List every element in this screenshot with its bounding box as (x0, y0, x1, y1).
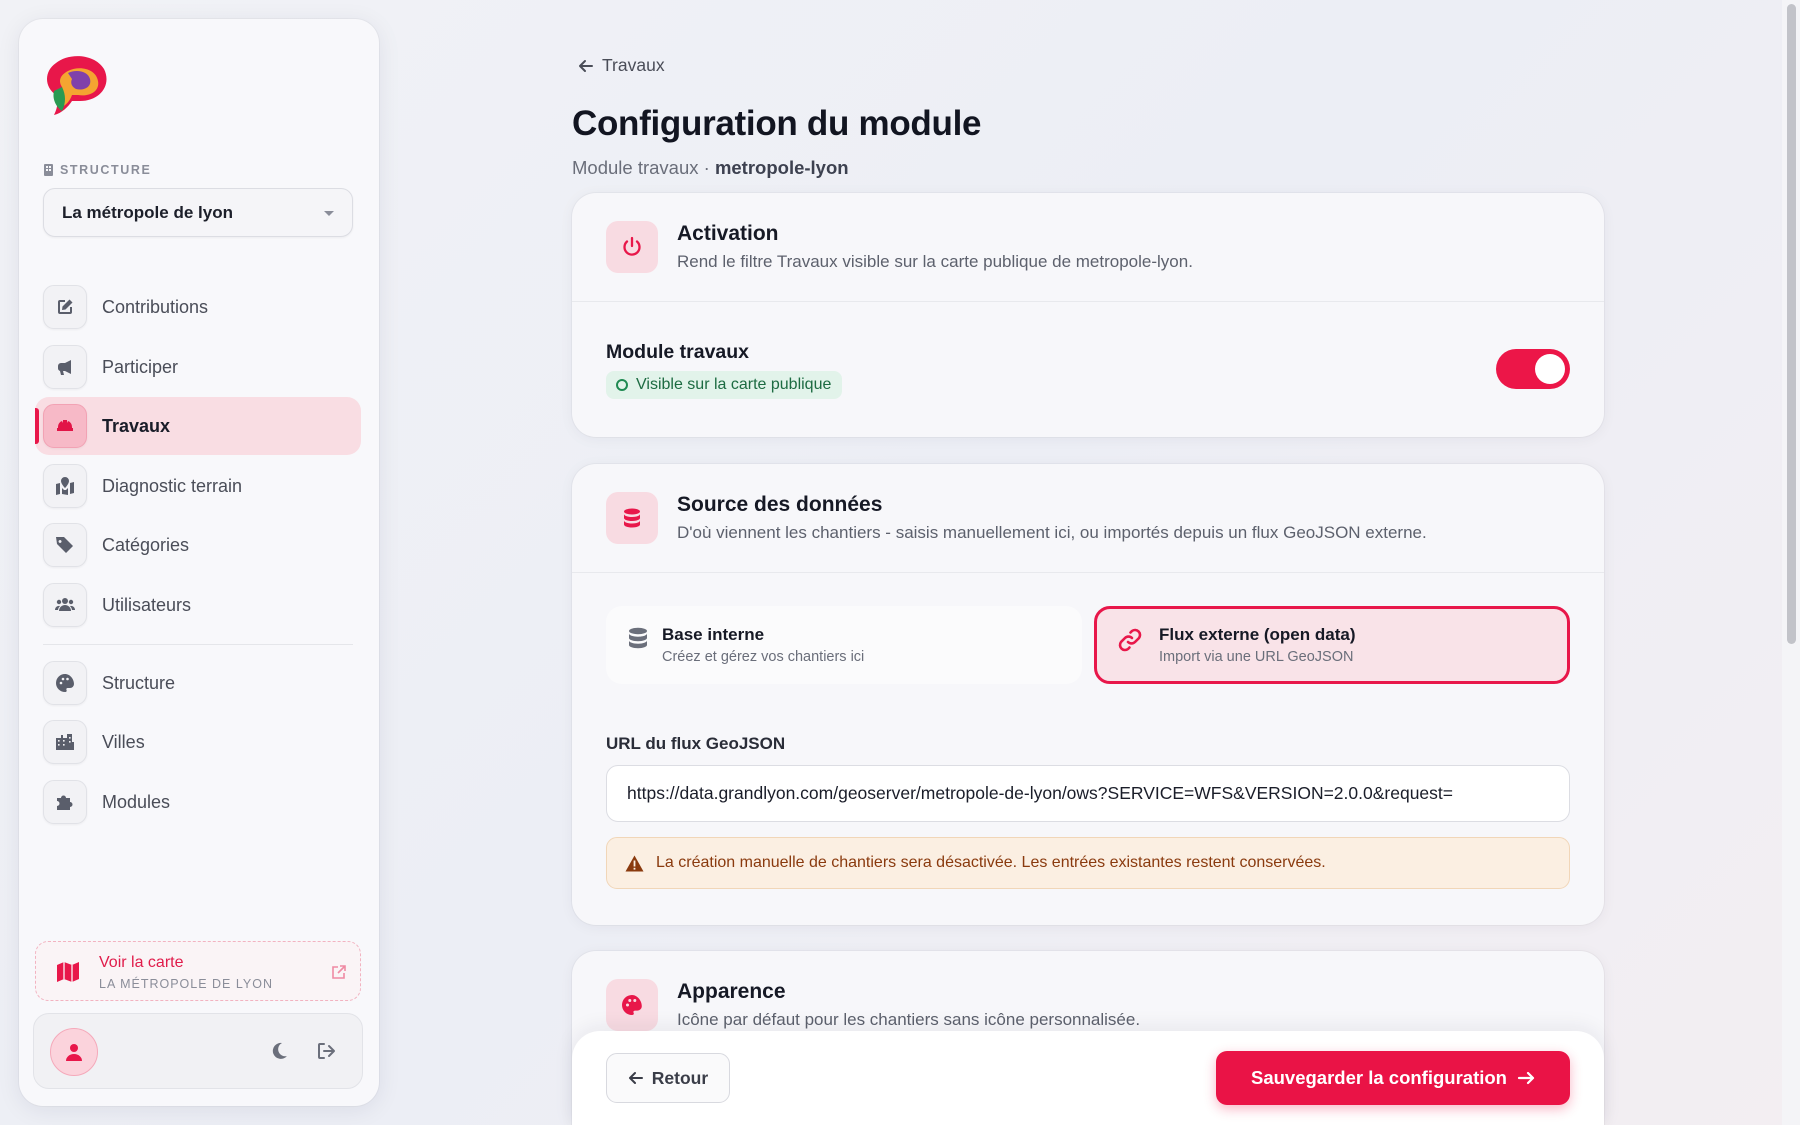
option-subtitle: Import via une URL GeoJSON (1159, 649, 1354, 665)
sidebar-item-villes[interactable]: Villes (35, 713, 361, 771)
city-icon (43, 720, 87, 764)
source-description: D'où viennent les chantiers - saisis man… (677, 523, 1427, 542)
sidebar-item-contributions[interactable]: Contributions (35, 278, 361, 336)
back-button[interactable]: Retour (606, 1053, 730, 1103)
app-logo[interactable] (42, 55, 108, 117)
sidebar-item-label: Villes (102, 731, 145, 752)
activation-icon-box (606, 221, 658, 273)
sidebar-item-structure[interactable]: Structure (35, 654, 361, 712)
building-icon (44, 164, 53, 176)
map-location-icon (43, 464, 87, 508)
edit-icon (43, 285, 87, 329)
sidebar-item-label: Catégories (102, 534, 190, 555)
status-badge-text: Visible sur la carte publique (636, 376, 832, 393)
nav-divider (43, 644, 353, 645)
structure-select[interactable]: La métropole de lyon (43, 188, 353, 237)
sidebar-item-label: Participer (102, 356, 179, 377)
view-map-title: Voir la carte (99, 954, 184, 971)
appearance-title: Apparence (677, 980, 786, 1003)
palette-icon (622, 995, 642, 1015)
subtitle-slug: metropole-lyon (714, 157, 849, 178)
chevron-down-icon (324, 211, 334, 216)
activation-title: Activation (677, 222, 779, 245)
source-card-header: Source des données D'où viennent les cha… (572, 464, 1604, 573)
sidebar-item-participer[interactable]: Participer (35, 338, 361, 396)
url-field-label: URL du flux GeoJSON (606, 734, 786, 753)
sidebar-item-label: Utilisateurs (102, 594, 192, 615)
source-card: Source des données D'où viennent les cha… (572, 464, 1604, 925)
moon-icon[interactable] (270, 1042, 288, 1060)
save-button[interactable]: Sauvegarder la configuration (1216, 1051, 1570, 1105)
arrow-left-icon (628, 1072, 643, 1084)
geojson-url-input[interactable] (606, 765, 1570, 822)
option-title: Flux externe (open data) (1159, 625, 1356, 644)
sidebar-item-categories[interactable]: Catégories (35, 516, 361, 574)
status-badge: Visible sur la carte publique (606, 371, 843, 399)
sidebar-item-label: Diagnostic terrain (102, 475, 243, 496)
structure-label-text: STRUCTURE (60, 163, 152, 177)
megaphone-icon (43, 345, 87, 389)
page-subtitle: Module travaux · metropole-lyon (572, 157, 849, 179)
user-icon (66, 1044, 82, 1061)
palette-icon (43, 661, 87, 705)
power-icon (623, 236, 641, 256)
structure-section-label: STRUCTURE (43, 163, 151, 177)
sidebar-item-utilisateurs[interactable]: Utilisateurs (35, 576, 361, 634)
user-panel (33, 1013, 363, 1089)
source-option-external[interactable]: Flux externe (open data) Import via une … (1094, 606, 1570, 684)
view-map-link[interactable]: Voir la carte LA MÉTROPOLE DE LYON (35, 941, 361, 1001)
source-title: Source des données (677, 493, 883, 516)
option-title: Base interne (662, 625, 765, 644)
link-icon (1118, 628, 1142, 652)
breadcrumb-back-link[interactable]: Travaux (578, 55, 665, 76)
source-icon-box (606, 492, 658, 544)
sidebar-item-diagnostic[interactable]: Diagnostic terrain (35, 457, 361, 515)
structure-select-value: La métropole de lyon (62, 202, 233, 222)
map-icon (57, 962, 79, 982)
arrow-right-icon (1517, 1071, 1535, 1085)
sidebar-item-label: Travaux (102, 415, 171, 436)
sidebar-item-label: Contributions (102, 296, 209, 317)
sidebar-item-label: Modules (102, 791, 171, 812)
sidebar-item-travaux[interactable]: Travaux (35, 397, 361, 455)
back-button-label: Retour (651, 1067, 709, 1088)
warning-icon (625, 855, 644, 871)
activation-card: Activation Rend le filtre Travaux visibl… (572, 193, 1604, 437)
status-dot-icon (616, 379, 628, 391)
breadcrumb-label: Travaux (602, 55, 665, 75)
activation-description: Rend le filtre Travaux visible sur la ca… (677, 252, 1193, 271)
appearance-icon-box (606, 979, 658, 1031)
view-map-subtitle: LA MÉTROPOLE DE LYON (99, 977, 273, 991)
sidebar: STRUCTURE La métropole de lyon Contribut… (19, 19, 379, 1106)
action-footer: Retour Sauvegarder la configuration (572, 1031, 1604, 1125)
appearance-description: Icône par défaut pour les chantiers sans… (677, 1010, 1141, 1029)
page-title: Configuration du module (572, 104, 982, 143)
hard-hat-icon (43, 404, 87, 448)
arrow-left-icon (579, 59, 593, 72)
database-icon (629, 627, 647, 649)
module-label: Module travaux (606, 341, 750, 363)
logout-icon[interactable] (317, 1042, 337, 1060)
module-toggle[interactable] (1496, 349, 1570, 389)
save-button-label: Sauvegarder la configuration (1251, 1067, 1507, 1088)
subtitle-prefix: Module travaux · (572, 157, 715, 178)
source-option-internal[interactable]: Base interne Créez et gérez vos chantier… (606, 606, 1082, 684)
warning-text: La création manuelle de chantiers sera d… (656, 854, 1326, 871)
puzzle-icon (43, 780, 87, 824)
tags-icon (43, 523, 87, 567)
activation-card-header: Activation Rend le filtre Travaux visibl… (572, 193, 1604, 302)
toggle-knob (1535, 354, 1565, 384)
option-subtitle: Créez et gérez vos chantiers ici (662, 649, 865, 665)
sidebar-item-label: Structure (102, 672, 176, 693)
database-icon (624, 508, 640, 528)
sidebar-item-modules[interactable]: Modules (35, 773, 361, 831)
warning-banner: La création manuelle de chantiers sera d… (606, 837, 1570, 889)
scrollbar-thumb[interactable] (1787, 4, 1796, 644)
external-link-icon (332, 965, 346, 979)
users-icon (43, 583, 87, 627)
avatar[interactable] (50, 1028, 98, 1076)
